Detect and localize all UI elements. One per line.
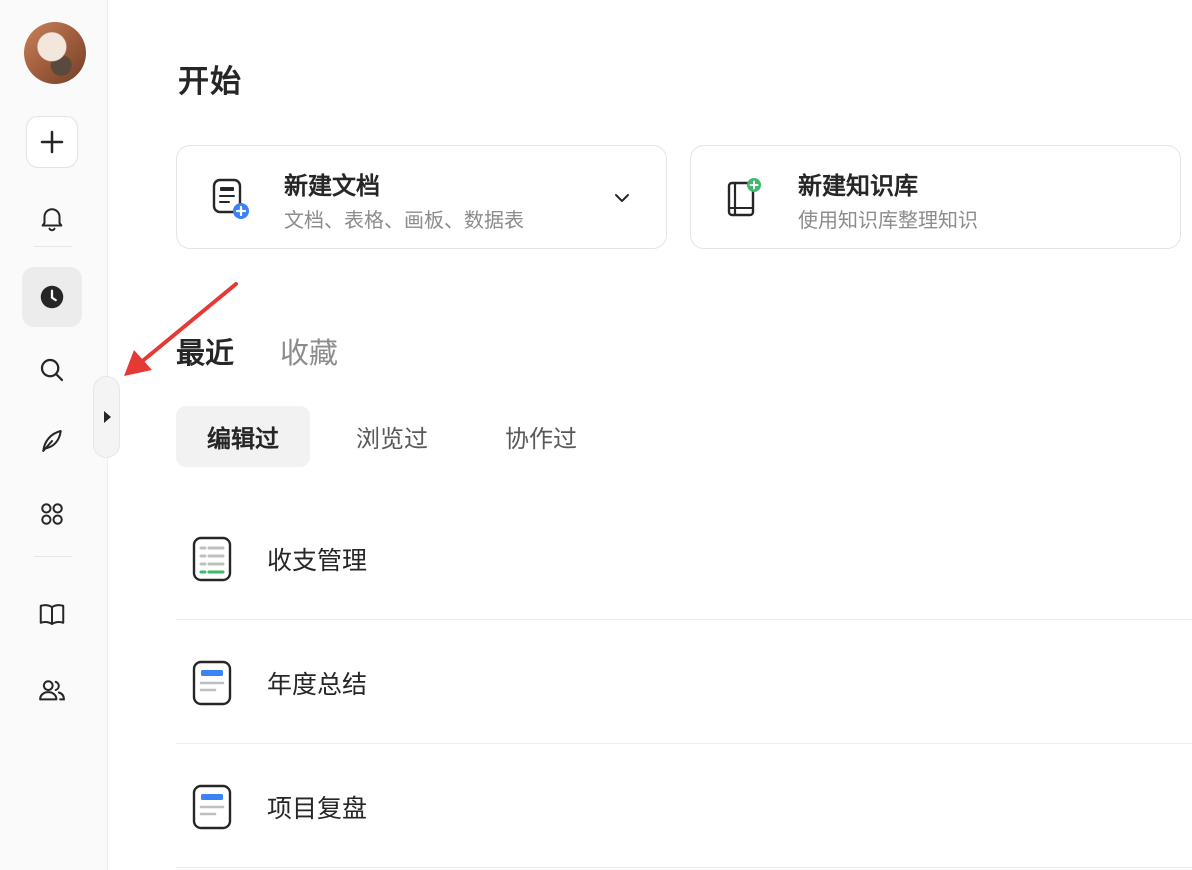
- add-button[interactable]: [26, 116, 78, 168]
- subtab-edited[interactable]: 编辑过: [176, 406, 310, 467]
- recent-button[interactable]: [22, 267, 82, 327]
- list-item-label: 项目复盘: [267, 794, 368, 823]
- sub-tabs: 编辑过 浏览过 协作过: [176, 406, 623, 467]
- new-doc-title: 新建文档: [284, 172, 380, 200]
- list-item[interactable]: 年度总结: [176, 620, 1192, 744]
- doc-icon: [192, 784, 232, 830]
- clock-icon: [40, 285, 64, 309]
- new-doc-subtitle: 文档、表格、画板、数据表: [284, 208, 524, 232]
- plus-icon: [40, 130, 64, 154]
- apps-button[interactable]: [22, 484, 82, 544]
- bell-icon: [41, 208, 63, 232]
- sidebar: [0, 0, 108, 870]
- tab-favorites[interactable]: 收藏: [280, 330, 338, 372]
- new-knowledge-base-subtitle: 使用知识库整理知识: [798, 208, 978, 232]
- list-item-label: 年度总结: [267, 670, 368, 699]
- apps-icon: [41, 503, 63, 525]
- tab-recent[interactable]: 最近: [176, 330, 234, 372]
- subtab-viewed[interactable]: 浏览过: [325, 406, 459, 467]
- new-knowledge-base-card[interactable]: 新建知识库 使用知识库整理知识: [690, 145, 1181, 249]
- sidebar-divider: [34, 246, 72, 247]
- avatar[interactable]: [24, 22, 86, 84]
- list-item[interactable]: 项目复盘: [176, 744, 1192, 868]
- main-content: 开始 新建文档 文档、表格、画板、数据表 新建知识库 使用知识库整理知识 最近 …: [108, 0, 1192, 870]
- new-doc-icon: [212, 178, 249, 219]
- users-icon: [39, 680, 65, 701]
- sidebar-divider: [34, 556, 72, 557]
- list-item-label: 收支管理: [267, 546, 368, 575]
- subtab-collaborated[interactable]: 协作过: [474, 406, 608, 467]
- list-item[interactable]: 收支管理: [176, 496, 1192, 620]
- recent-list: 收支管理 年度总结 项目复盘: [176, 496, 1192, 868]
- new-knowledge-base-title: 新建知识库: [798, 172, 918, 200]
- main-tabs: 最近 收藏: [176, 330, 338, 372]
- knowledge-button[interactable]: [22, 584, 82, 644]
- team-button[interactable]: [22, 660, 82, 720]
- page-title: 开始: [178, 64, 242, 100]
- notifications-button[interactable]: [22, 188, 82, 248]
- sheet-icon: [192, 536, 232, 582]
- doc-icon: [192, 660, 232, 706]
- search-icon: [40, 358, 64, 382]
- new-knowledge-base-icon: [727, 178, 761, 217]
- feather-icon: [42, 430, 62, 452]
- search-button[interactable]: [22, 340, 82, 400]
- explore-button[interactable]: [22, 411, 82, 471]
- chevron-down-icon[interactable]: [612, 188, 632, 208]
- book-icon: [39, 604, 65, 625]
- new-doc-card[interactable]: 新建文档 文档、表格、画板、数据表: [176, 145, 667, 249]
